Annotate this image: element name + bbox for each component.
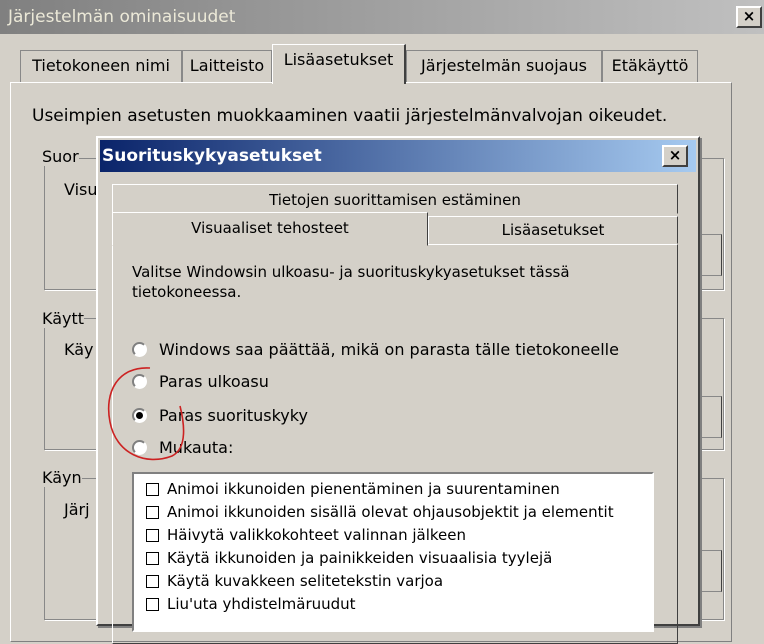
group-user-profiles-label: Käytt (42, 309, 85, 328)
group-performance-sub: Visu (64, 180, 98, 199)
checkbox[interactable] (146, 551, 159, 565)
radio-label: Windows saa päättää, mikä on parasta täl… (159, 340, 619, 359)
tab-hardware[interactable]: Laitteisto (182, 50, 272, 83)
checkbox[interactable] (146, 574, 159, 588)
checkbox[interactable] (146, 482, 159, 496)
radio-circle-selected[interactable] (132, 408, 147, 423)
outer-close-button[interactable]: × (736, 6, 762, 28)
checkbox-label: Käytä kuvakkeen selitetekstin varjoa (167, 572, 444, 590)
checkbox-label: Animoi ikkunoiden pienentäminen ja suure… (167, 480, 560, 498)
outer-window-title: Järjestelmän ominaisuudet (0, 0, 764, 34)
checkbox[interactable] (146, 597, 159, 611)
tab-data-execution-prevention[interactable]: Tietojen suorittamisen estäminen (112, 184, 678, 214)
inner-close-button[interactable]: × (662, 145, 688, 167)
checkbox-icon-shadow[interactable]: Käytä kuvakkeen selitetekstin varjoa (146, 572, 443, 590)
radio-custom[interactable]: Mukauta: (132, 438, 233, 457)
tab-remote[interactable]: Etäkäyttö (602, 50, 698, 83)
group-performance-label: Suor (42, 147, 79, 166)
tab-visual-effects[interactable]: Visuaaliset tehosteet (112, 212, 428, 246)
checkbox-slide-combo[interactable]: Liu'uta yhdistelmäruudut (146, 595, 356, 613)
checkbox-label: Animoi ikkunoiden sisällä olevat ohjauso… (167, 503, 614, 521)
tab-advanced[interactable]: Lisäasetukset (272, 44, 406, 84)
radio-best-appearance[interactable]: Paras ulkoasu (132, 372, 269, 391)
checkbox-fade-menu[interactable]: Häivytä valikkokohteet valinnan jälkeen (146, 526, 466, 544)
checkbox-label: Häivytä valikkokohteet valinnan jälkeen (167, 526, 467, 544)
checkbox-label: Käytä ikkunoiden ja painikkeiden visuaal… (167, 549, 553, 567)
radio-label: Paras suorituskyky (159, 406, 308, 425)
checkbox-animate-minimize[interactable]: Animoi ikkunoiden pienentäminen ja suure… (146, 480, 560, 498)
checkbox[interactable] (146, 505, 159, 519)
tab-inner-advanced[interactable]: Lisäasetukset (428, 216, 678, 244)
inner-dialog-title: Suorituskykyasetukset (100, 140, 696, 172)
visual-effects-description: Valitse Windowsin ulkoasu- ja suoritusky… (132, 263, 570, 301)
radio-label: Mukauta: (159, 438, 234, 457)
radio-selected-dot (136, 412, 143, 419)
tab-system-protection[interactable]: Järjestelmän suojaus (406, 50, 602, 83)
radio-circle[interactable] (132, 342, 147, 357)
radio-let-windows-choose[interactable]: Windows saa päättää, mikä on parasta täl… (132, 340, 619, 359)
checkbox-visual-styles[interactable]: Käytä ikkunoiden ja painikkeiden visuaal… (146, 549, 552, 567)
checkbox-label: Liu'uta yhdistelmäruudut (167, 595, 356, 613)
radio-circle[interactable] (132, 374, 147, 389)
radio-best-performance[interactable]: Paras suorituskyky (132, 406, 308, 425)
group-startup-label: Käyn (42, 468, 82, 487)
tab-computer-name[interactable]: Tietokoneen nimi (20, 50, 182, 83)
checkbox[interactable] (146, 528, 159, 542)
group-user-profiles-sub: Käy (64, 340, 94, 359)
radio-circle[interactable] (132, 440, 147, 455)
admin-note: Useimpien asetusten muokkaaminen vaatii … (32, 106, 668, 126)
radio-label: Paras ulkoasu (159, 372, 269, 391)
checkbox-animate-controls[interactable]: Animoi ikkunoiden sisällä olevat ohjauso… (146, 503, 614, 521)
group-startup-sub: Järj (64, 500, 90, 519)
